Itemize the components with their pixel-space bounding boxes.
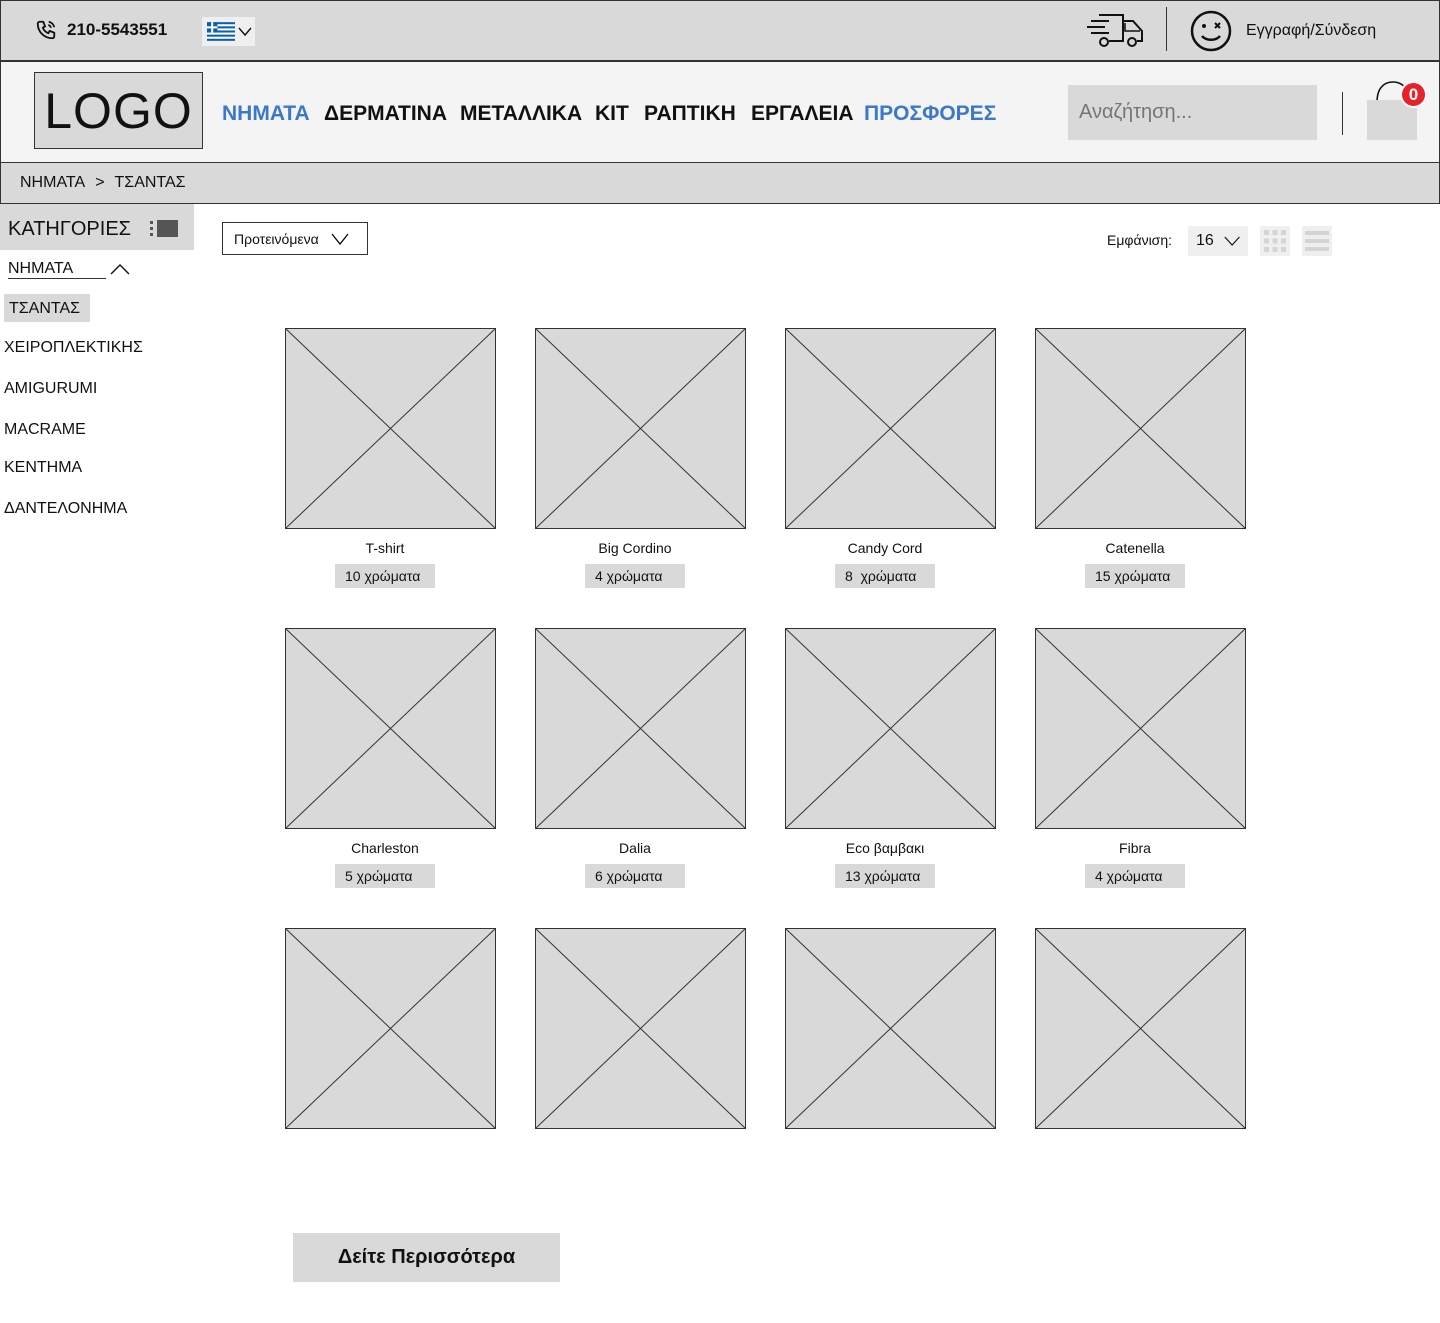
product-card[interactable] — [285, 928, 497, 1130]
header-divider — [1342, 92, 1343, 135]
greek-flag-icon — [207, 22, 235, 41]
topbar-divider — [1166, 7, 1167, 51]
product-name[interactable]: Charleston — [285, 840, 485, 856]
breadcrumb-separator: > — [95, 174, 105, 191]
per-page-label: Εμφάνιση: — [1107, 232, 1173, 248]
nav-item-raptiki[interactable]: ΡΑΠΤΙΚΗ — [644, 102, 736, 126]
categories-title: ΚΑΤΗΓΟΡΙΕΣ — [8, 218, 132, 240]
product-colors-badge: 6 χρώματα — [585, 864, 685, 888]
nav-item-dermatina[interactable]: ΔΕΡΜΑΤΙΝΑ — [324, 102, 447, 126]
sort-value: Προτεινόμενα — [234, 230, 319, 247]
category-parent-underline — [8, 278, 106, 279]
product-image-placeholder[interactable] — [785, 628, 997, 830]
per-page-value: 16 — [1196, 232, 1214, 249]
phone-number: 210-5543551 — [67, 20, 168, 39]
product-card[interactable]: Charleston 5 χρώματα — [285, 628, 497, 888]
product-card[interactable]: Eco βαμβακι 13 χρώματα — [785, 628, 997, 888]
category-item-kentima[interactable]: ΚΕΝΤΗΜΑ — [4, 459, 82, 477]
category-parent-nimata[interactable]: ΝΗΜΑΤΑ — [8, 260, 73, 278]
list-view-icon[interactable] — [150, 220, 180, 238]
product-image-placeholder[interactable] — [1035, 928, 1247, 1130]
grid-view-button[interactable] — [1260, 226, 1290, 256]
phone-contact[interactable]: 210-5543551 — [35, 19, 167, 41]
chevron-down-icon — [1224, 236, 1240, 246]
product-card[interactable]: Catenella 15 χρώματα — [1035, 328, 1247, 588]
breadcrumb-bar: ΝΗΜΑΤΑ > ΤΣΑΝΤΑΣ — [0, 162, 1440, 204]
nav-item-prosfores[interactable]: ΠΡΟΣΦΟΡΕΣ — [864, 102, 996, 126]
product-colors-badge: 10 χρώματα — [335, 564, 435, 588]
grid-view-icon — [1264, 230, 1286, 252]
product-card[interactable] — [785, 928, 997, 1130]
smiley-user-icon[interactable] — [1189, 9, 1233, 53]
product-card[interactable] — [1035, 928, 1247, 1130]
phone-icon — [36, 20, 56, 40]
list-lines-icon — [1305, 231, 1329, 251]
product-colors-badge: 15 χρώματα — [1085, 564, 1185, 588]
product-name[interactable]: Fibra — [1035, 840, 1235, 856]
nav-item-kit[interactable]: ΚΙΤ — [595, 102, 629, 126]
product-image-placeholder[interactable] — [535, 928, 747, 1130]
list-view-button[interactable] — [1302, 226, 1332, 256]
product-image-placeholder[interactable] — [785, 328, 997, 530]
product-image-placeholder[interactable] — [285, 328, 497, 530]
sort-dropdown[interactable]: Προτεινόμενα — [222, 222, 368, 255]
product-image-placeholder[interactable] — [1035, 628, 1247, 830]
chevron-down-icon — [331, 233, 349, 245]
cart-count-badge: 0 — [1400, 81, 1427, 108]
product-colors-badge: 5 χρώματα — [335, 864, 435, 888]
main-header: LOGO ΝΗΜΑΤΑ ΔΕΡΜΑΤΙΝΑ ΜΕΤΑΛΛΙΚΑ ΚΙΤ ΡΑΠΤ… — [0, 60, 1440, 163]
product-card[interactable]: T-shirt 10 χρώματα — [285, 328, 497, 588]
product-image-placeholder[interactable] — [785, 928, 997, 1130]
category-item-xeiroplektikis[interactable]: ΧΕΙΡΟΠΛΕΚΤΙΚΗΣ — [4, 339, 143, 357]
product-name[interactable]: Eco βαμβακι — [785, 840, 985, 856]
site-logo[interactable]: LOGO — [34, 72, 203, 149]
product-image-placeholder[interactable] — [1035, 328, 1247, 530]
breadcrumb-item-nimata[interactable]: ΝΗΜΑΤΑ — [20, 174, 85, 192]
product-name[interactable]: Catenella — [1035, 540, 1235, 556]
per-page-select[interactable]: 16 — [1188, 226, 1248, 256]
product-image-placeholder[interactable] — [535, 328, 747, 530]
nav-item-metallika[interactable]: ΜΕΤΑΛΛΙΚΑ — [460, 102, 582, 126]
product-name[interactable]: Candy Cord — [785, 540, 985, 556]
product-image-placeholder[interactable] — [285, 928, 497, 1130]
breadcrumb-item-tsantas: ΤΣΑΝΤΑΣ — [114, 174, 186, 191]
chevron-up-icon[interactable] — [110, 263, 130, 275]
delivery-truck-icon[interactable] — [1085, 11, 1147, 49]
categories-header: ΚΑΤΗΓΟΡΙΕΣ — [0, 204, 194, 250]
category-item-amigurumi[interactable]: AMIGURUMI — [4, 380, 97, 398]
nav-item-nimata[interactable]: ΝΗΜΑΤΑ — [222, 102, 310, 126]
top-bar: 210-5543551 Εγγραφή/Σύνδεση — [0, 0, 1440, 62]
product-colors-badge: 4 χρώματα — [585, 564, 685, 588]
product-name[interactable]: Big Cordino — [535, 540, 735, 556]
chevron-down-icon — [238, 27, 252, 36]
search-input[interactable] — [1068, 85, 1317, 140]
category-item-tsantas[interactable]: ΤΣΑΝΤΑΣ — [4, 294, 91, 322]
product-image-placeholder[interactable] — [535, 628, 747, 830]
product-card[interactable]: Big Cordino 4 χρώματα — [535, 328, 747, 588]
product-image-placeholder[interactable] — [285, 628, 497, 830]
category-item-macrame[interactable]: MACRAME — [4, 421, 86, 439]
product-card[interactable]: Dalia 6 χρώματα — [535, 628, 747, 888]
login-register-link[interactable]: Εγγραφή/Σύνδεση — [1246, 22, 1376, 40]
nav-item-ergaleia[interactable]: ΕΡΓΑΛΕΙΑ — [751, 102, 854, 126]
breadcrumb: ΝΗΜΑΤΑ > ΤΣΑΝΤΑΣ — [20, 174, 186, 192]
language-selector[interactable] — [202, 17, 255, 46]
product-card[interactable]: Fibra 4 χρώματα — [1035, 628, 1247, 888]
product-name[interactable]: Dalia — [535, 840, 735, 856]
product-name[interactable]: T-shirt — [285, 540, 485, 556]
product-colors-badge: 8 χρώματα — [835, 564, 935, 588]
category-item-dantelonima[interactable]: ΔΑΝΤΕΛΟΝΗΜΑ — [4, 500, 127, 518]
product-colors-badge: 4 χρώματα — [1085, 864, 1185, 888]
product-card[interactable] — [535, 928, 747, 1130]
load-more-button[interactable]: Δείτε Περισσότερα — [293, 1233, 560, 1282]
product-card[interactable]: Candy Cord 8 χρώματα — [785, 328, 997, 588]
product-colors-badge: 13 χρώματα — [835, 864, 935, 888]
